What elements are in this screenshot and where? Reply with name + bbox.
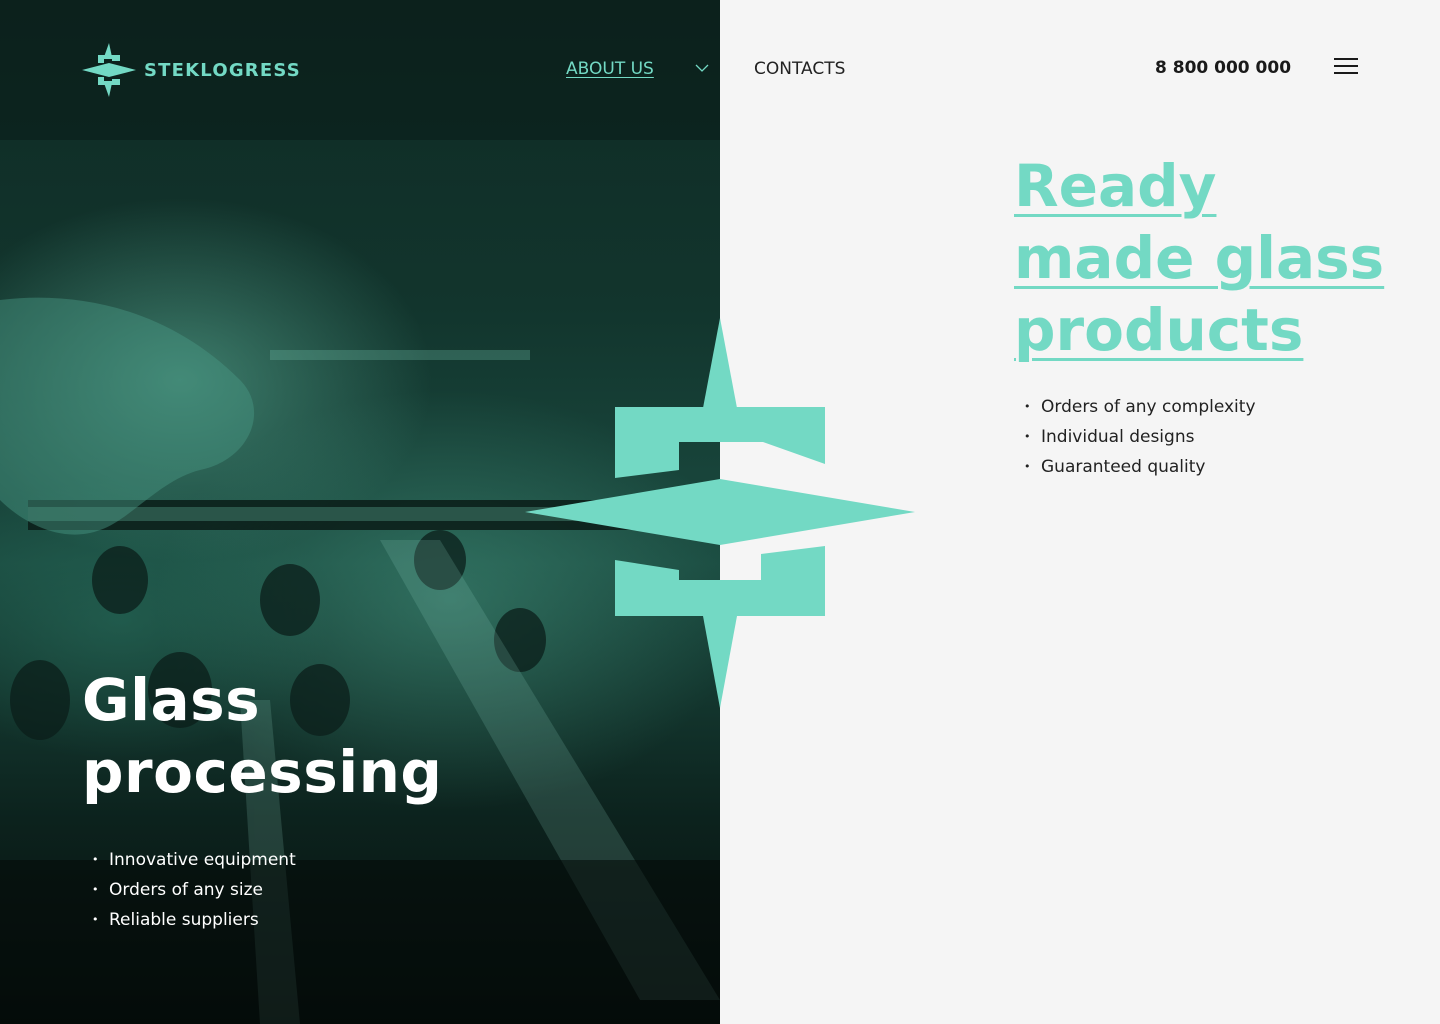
ready-made-title-line2[interactable]: made glass — [1014, 224, 1384, 292]
list-item: Orders of any complexity — [1024, 392, 1256, 422]
list-item: Individual designs — [1024, 422, 1256, 452]
list-item: Orders of any size — [92, 875, 296, 905]
ready-made-features: Orders of any complexity Individual desi… — [1024, 392, 1256, 482]
glass-processing-title-line1: Glass — [82, 666, 261, 734]
ready-made-title-line3[interactable]: products — [1014, 296, 1303, 364]
nav-about-us[interactable]: ABOUT US — [566, 59, 654, 79]
glass-processing-features: Innovative equipment Orders of any size … — [92, 845, 296, 935]
list-item: Innovative equipment — [92, 845, 296, 875]
steklogress-star-icon — [82, 43, 136, 97]
logo[interactable]: STEKLOGRESS — [82, 43, 301, 97]
list-item: Guaranteed quality — [1024, 452, 1256, 482]
glass-processing-title-line2: processing — [82, 738, 443, 806]
ready-made-title-line1[interactable]: Ready — [1014, 152, 1216, 220]
brand-name: STEKLOGRESS — [144, 59, 301, 81]
list-item: Reliable suppliers — [92, 905, 296, 935]
phone-number[interactable]: 8 800 000 000 — [1155, 58, 1291, 78]
nav-contacts[interactable]: CONTACTS — [754, 59, 845, 79]
hamburger-menu-icon[interactable] — [1334, 58, 1358, 76]
glass-processing-title[interactable]: Glass processing — [82, 664, 502, 808]
chevron-down-icon[interactable] — [695, 63, 709, 73]
ready-made-title[interactable]: Ready made glass products — [1014, 150, 1414, 366]
steklogress-emblem-icon — [525, 318, 915, 708]
